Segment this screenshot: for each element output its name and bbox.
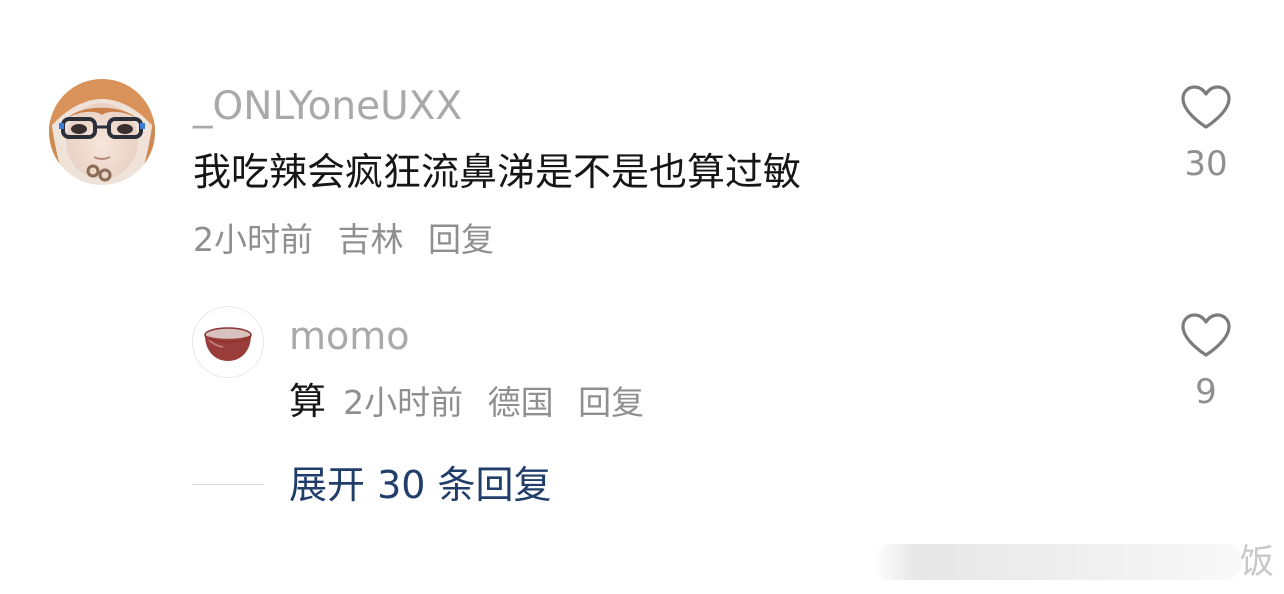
comment-time: 2小时前 bbox=[193, 220, 313, 259]
comment-author[interactable]: _ONLYoneUXX bbox=[193, 84, 462, 130]
bowl-icon bbox=[204, 327, 252, 361]
comment-like-button[interactable]: 30 bbox=[1171, 84, 1241, 184]
avatar[interactable] bbox=[49, 79, 155, 185]
reply-meta: 2小时前 德国 回复 bbox=[343, 383, 644, 422]
reply-button[interactable]: 回复 bbox=[428, 220, 494, 259]
reply-like-count: 9 bbox=[1195, 372, 1217, 412]
reply-body: 算 2小时前 德国 回复 bbox=[289, 378, 644, 427]
comment-thread: _ONLYoneUXX 我吃辣会疯狂流鼻涕是不是也算过敏 2小时前 吉林 回复 … bbox=[0, 0, 1284, 594]
reply-location: 德国 bbox=[487, 383, 554, 422]
expand-replies-link[interactable]: 展开 30 条回复 bbox=[289, 462, 552, 508]
heart-outline-icon[interactable] bbox=[1180, 84, 1232, 130]
watermark: 饭 bbox=[872, 538, 1284, 588]
reply-avatar[interactable] bbox=[192, 306, 264, 378]
avatar-image bbox=[49, 79, 155, 185]
comment-text: 我吃辣会疯狂流鼻涕是不是也算过敏 bbox=[193, 150, 802, 194]
heart-outline-icon[interactable] bbox=[1180, 312, 1232, 358]
reply-text: 算 bbox=[289, 380, 326, 423]
watermark-text: 饭 bbox=[1240, 542, 1274, 582]
reply-like-button[interactable]: 9 bbox=[1171, 312, 1241, 412]
reply-reply-button[interactable]: 回复 bbox=[578, 383, 644, 422]
watermark-bar bbox=[872, 544, 1242, 580]
reply-author[interactable]: momo bbox=[289, 313, 410, 359]
comment-location: 吉林 bbox=[337, 220, 404, 259]
reply-time: 2小时前 bbox=[343, 383, 464, 422]
comment-like-count: 30 bbox=[1184, 144, 1228, 184]
comment-meta: 2小时前 吉林 回复 bbox=[193, 219, 494, 261]
expand-divider bbox=[192, 484, 264, 485]
